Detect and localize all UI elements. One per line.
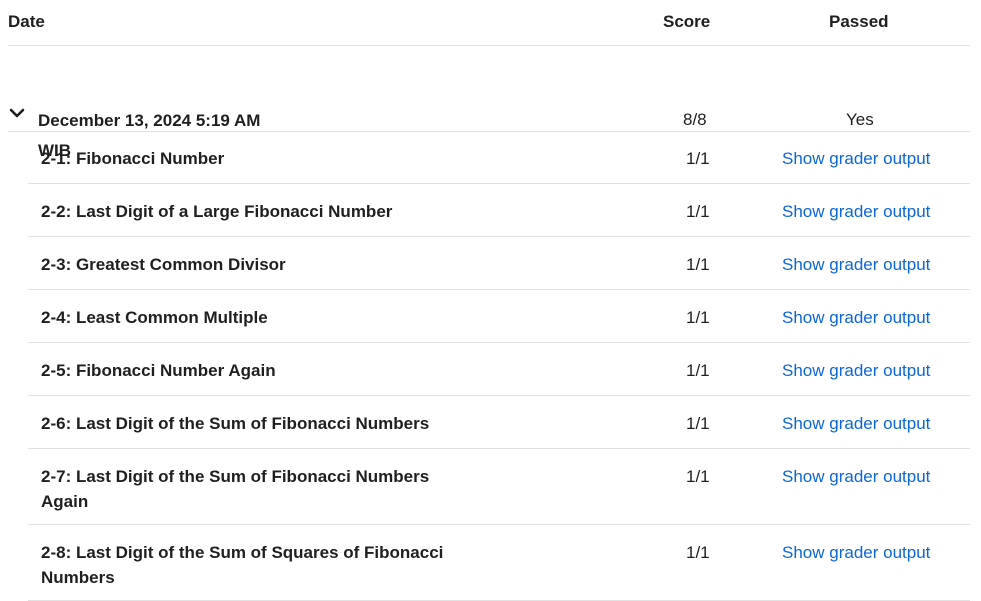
grades-table: Date Score Passed December 13, 2024 5:19… bbox=[8, 0, 970, 601]
list-item: 2-1: Fibonacci Number 1/1 Show grader ou… bbox=[28, 131, 970, 184]
assignment-title: 2-6: Last Digit of the Sum of Fibonacci … bbox=[41, 414, 430, 433]
assignment-title: 2-7: Last Digit of the Sum of Fibonacci … bbox=[41, 467, 430, 511]
header-passed: Passed bbox=[829, 12, 889, 31]
list-item: 2-3: Greatest Common Divisor 1/1 Show gr… bbox=[28, 237, 970, 290]
assignment-title: 2-5: Fibonacci Number Again bbox=[41, 361, 276, 380]
header-score: Score bbox=[663, 12, 711, 31]
show-grader-output-link[interactable]: Show grader output bbox=[782, 199, 930, 224]
list-item: 2-8: Last Digit of the Sum of Squares of… bbox=[28, 525, 970, 601]
assignment-score: 1/1 bbox=[686, 308, 710, 327]
assignment-title: 2-2: Last Digit of a Large Fibonacci Num… bbox=[41, 202, 393, 221]
header-date: Date bbox=[8, 12, 45, 31]
show-grader-output-link[interactable]: Show grader output bbox=[782, 464, 930, 489]
assignment-score: 1/1 bbox=[686, 255, 710, 274]
assignment-title: 2-8: Last Digit of the Sum of Squares of… bbox=[41, 543, 444, 587]
list-item: 2-4: Least Common Multiple 1/1 Show grad… bbox=[28, 290, 970, 343]
show-grader-output-link[interactable]: Show grader output bbox=[782, 252, 930, 277]
list-item: 2-7: Last Digit of the Sum of Fibonacci … bbox=[28, 449, 970, 525]
show-grader-output-link[interactable]: Show grader output bbox=[782, 411, 930, 436]
assignment-list: 2-1: Fibonacci Number 1/1 Show grader ou… bbox=[28, 131, 970, 601]
attempt-row[interactable]: December 13, 2024 5:19 AM WIB 8/8 Yes bbox=[8, 46, 970, 160]
list-item: 2-2: Last Digit of a Large Fibonacci Num… bbox=[28, 184, 970, 237]
assignment-title: 2-4: Least Common Multiple bbox=[41, 308, 268, 327]
attempt-passed: Yes bbox=[846, 110, 874, 129]
list-item: 2-6: Last Digit of the Sum of Fibonacci … bbox=[28, 396, 970, 449]
attempt-score: 8/8 bbox=[683, 110, 707, 129]
assignment-score: 1/1 bbox=[686, 467, 710, 486]
chevron-down-icon[interactable] bbox=[9, 107, 25, 119]
assignment-score: 1/1 bbox=[686, 202, 710, 221]
assignment-title: 2-3: Greatest Common Divisor bbox=[41, 255, 286, 274]
assignment-score: 1/1 bbox=[686, 414, 710, 433]
show-grader-output-link[interactable]: Show grader output bbox=[782, 146, 930, 171]
show-grader-output-link[interactable]: Show grader output bbox=[782, 305, 930, 330]
list-item: 2-5: Fibonacci Number Again 1/1 Show gra… bbox=[28, 343, 970, 396]
assignment-score: 1/1 bbox=[686, 149, 710, 168]
assignment-title: 2-1: Fibonacci Number bbox=[41, 149, 225, 168]
show-grader-output-link[interactable]: Show grader output bbox=[782, 540, 930, 565]
table-header: Date Score Passed bbox=[8, 0, 970, 46]
show-grader-output-link[interactable]: Show grader output bbox=[782, 358, 930, 383]
assignment-score: 1/1 bbox=[686, 361, 710, 380]
assignment-score: 1/1 bbox=[686, 543, 710, 562]
